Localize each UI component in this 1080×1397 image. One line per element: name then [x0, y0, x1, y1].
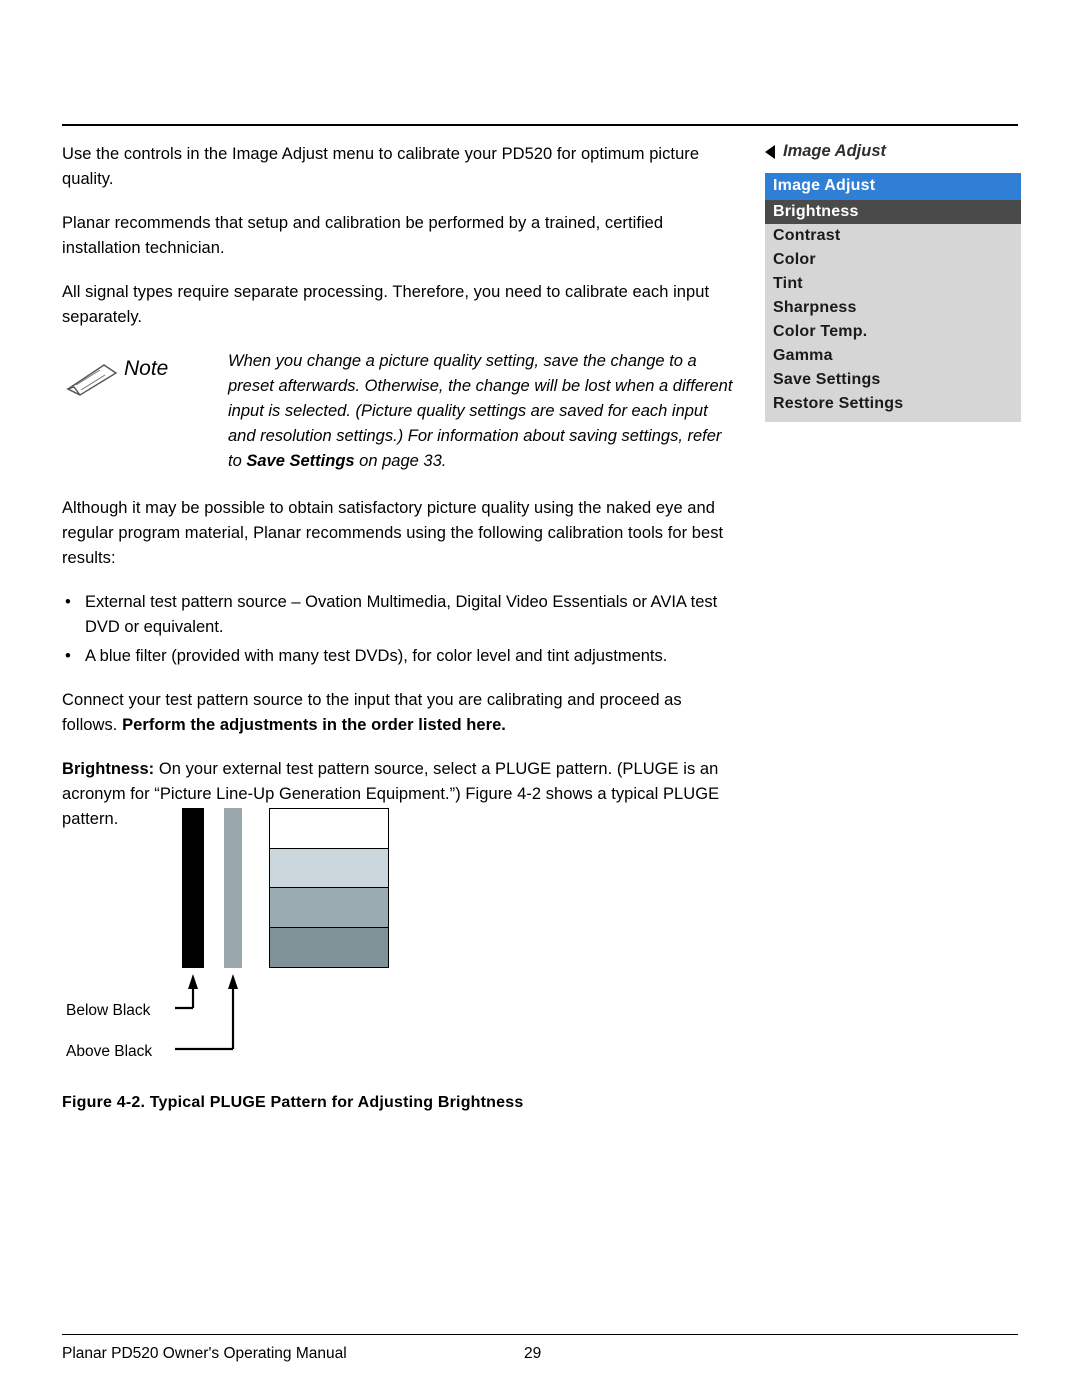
osd-menu-title: Image Adjust	[765, 173, 1021, 200]
list-item: External test pattern source – Ovation M…	[62, 590, 738, 640]
osd-sidebar: Image Adjust Image Adjust Brightness Con…	[765, 142, 1021, 422]
note-text: When you change a picture quality settin…	[228, 349, 738, 474]
figure-caption: Figure 4-2. Typical PLUGE Pattern for Ad…	[62, 1094, 524, 1111]
page-footer: Planar PD520 Owner's Operating Manual 29	[62, 1334, 1018, 1362]
label-above-black: Above Black	[66, 1043, 153, 1060]
calibration-tools-list: External test pattern source – Ovation M…	[62, 590, 738, 669]
main-text-column: Use the controls in the Image Adjust men…	[62, 142, 738, 851]
note-text-bold: Save Settings	[246, 452, 355, 470]
pluge-callout-lines	[175, 974, 238, 1051]
osd-item-color-temp[interactable]: Color Temp.	[765, 320, 1021, 344]
list-item: A blue filter (provided with many test D…	[62, 644, 738, 669]
paragraph-intro: Use the controls in the Image Adjust men…	[62, 145, 700, 188]
brightness-term: Brightness:	[62, 760, 155, 778]
osd-item-tint[interactable]: Tint	[765, 272, 1021, 296]
osd-caption-label: Image Adjust	[783, 142, 886, 160]
osd-item-sharpness[interactable]: Sharpness	[765, 296, 1021, 320]
note-callout: Note When you change a picture quality s…	[62, 349, 738, 474]
osd-item-contrast[interactable]: Contrast	[765, 224, 1021, 248]
footer-page-number: 29	[524, 1345, 542, 1362]
paragraph-calibration-tools: Although it may be possible to obtain sa…	[62, 499, 724, 567]
note-text-part2: on page 33.	[354, 452, 447, 470]
note-label: Note	[124, 357, 169, 380]
label-below-black: Below Black	[66, 1002, 151, 1019]
osd-item-restore-settings[interactable]: Restore Settings	[765, 392, 1021, 416]
osd-item-save-settings[interactable]: Save Settings	[765, 368, 1021, 392]
header-rule	[62, 124, 1018, 126]
footer-manual-title: Planar PD520 Owner's Operating Manual	[62, 1345, 347, 1362]
paragraph-signal-types: All signal types require separate proces…	[62, 283, 710, 326]
paragraph-connect: Connect your test pattern source to the …	[62, 688, 738, 738]
osd-caption: Image Adjust	[765, 142, 1021, 161]
paragraph-connect-bold: Perform the adjustments in the order lis…	[122, 716, 506, 734]
paragraph-recommend: Planar recommends that setup and calibra…	[62, 214, 664, 257]
pluge-pattern-figure: Below Black Above Black	[62, 800, 742, 1120]
osd-item-brightness[interactable]: Brightness	[765, 200, 1021, 224]
page: Use the controls in the Image Adjust men…	[0, 0, 1080, 1397]
osd-item-gamma[interactable]: Gamma	[765, 344, 1021, 368]
osd-item-color[interactable]: Color	[765, 248, 1021, 272]
osd-menu[interactable]: Image Adjust Brightness Contrast Color T…	[765, 173, 1021, 422]
triangle-left-icon	[765, 144, 775, 159]
note-icon	[64, 361, 120, 397]
